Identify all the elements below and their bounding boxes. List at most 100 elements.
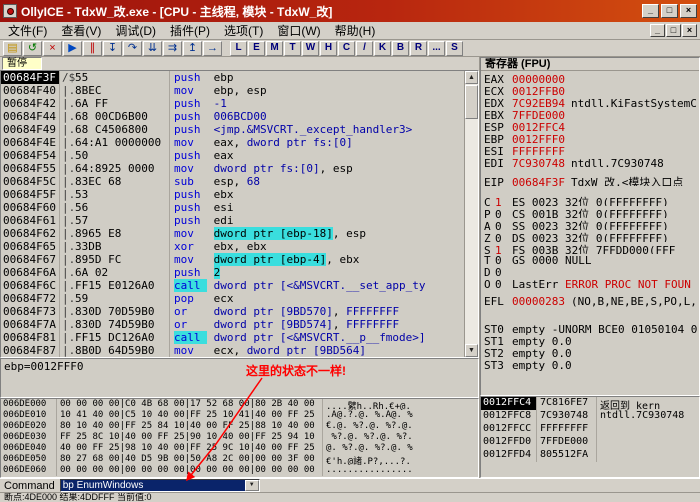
menu-item-plugins[interactable]: 插件(P) [163, 21, 217, 40]
register-row[interactable]: EBX 7FFDE000 [481, 109, 699, 121]
menu-item-options[interactable]: 选项(T) [217, 21, 270, 40]
disasm-row[interactable]: 00684F4E |. 64:A1 0000000 mov eax, dword pt… [1, 136, 464, 149]
step-into-button[interactable]: ↧ [103, 40, 122, 56]
fpu-register-row[interactable]: ST2 empty 0.0 [481, 347, 699, 359]
flag-row[interactable]: T 0 GS 0000 NULL [481, 254, 699, 266]
flag-row[interactable]: A 0 SS 0023 32位 0(FFFFFFFF) [481, 218, 699, 230]
register-row[interactable]: ESI FFFFFFFF [481, 145, 699, 157]
command-input-value[interactable]: bp EnumWindows [60, 480, 245, 491]
stack-row[interactable]: 0012FFC8 7C930748 ntdll.7C930748 [481, 410, 699, 423]
patches-window-button[interactable]: / [356, 40, 373, 56]
register-row[interactable]: EIP 00684F3F TdxW_改.<模块入口点 [481, 174, 699, 186]
menu-item-debug[interactable]: 调试(D) [108, 21, 163, 40]
scroll-up-icon[interactable]: ▲ [465, 71, 478, 84]
dump-row[interactable]: 006DE010 10 41 40 00|C5 10 40 00|FF 25 10… [1, 410, 478, 421]
execute-till-return-button[interactable]: ↥ [183, 40, 202, 56]
disasm-row[interactable]: 00684F3F/$ 55 push ebp [1, 71, 464, 84]
disasm-row[interactable]: 00684F65 |. 33DB xor ebx, ebx [1, 240, 464, 253]
run-button[interactable]: ▶ [63, 40, 82, 56]
references-window-button[interactable]: R [410, 40, 427, 56]
go-to-address-button[interactable]: → [203, 40, 222, 56]
command-input[interactable]: bp EnumWindows ▼ [59, 479, 260, 492]
flag-row[interactable]: S 1 FS 003B 32位 7FFDD000(FFF [481, 242, 699, 254]
disasm-row[interactable]: 00684F7A |. 830D 74D59B0 or dword ptr [9BD5… [1, 318, 464, 331]
disasm-row[interactable]: 00684F6A |. 6A 02 push 2 [1, 266, 464, 279]
eflags-row[interactable]: EFL 00000283 (NO,B,NE,BE,S,PO,L, [481, 295, 699, 307]
flag-row[interactable]: Z 0 DS 0023 32位 0(FFFFFFFF) [481, 230, 699, 242]
disasm-row[interactable]: 00684F54 |. 50 push eax [1, 149, 464, 162]
stack-row[interactable]: 0012FFD4 805512FA [481, 449, 699, 462]
dump-row[interactable]: 006DE040 40 00 FF 25|98 10 40 00|FF 25 9C… [1, 443, 478, 454]
run-trace-window-button[interactable]: ... [428, 40, 445, 56]
dump-row[interactable]: 006DE060 00 00 00 00|00 00 00 00|00 00 00… [1, 465, 478, 476]
fpu-register-row[interactable]: ST1 empty 0.0 [481, 335, 699, 347]
disasm-row[interactable]: 00684F40 |. 8BEC mov ebp, esp [1, 84, 464, 97]
menu-item-help[interactable]: 帮助(H) [328, 21, 383, 40]
breakpoints-window-button[interactable]: B [392, 40, 409, 56]
stack-row[interactable]: 0012FFCC FFFFFFFF [481, 423, 699, 436]
disasm-row[interactable]: 00684F72 |. 59 pop ecx [1, 292, 464, 305]
animate-over-button[interactable]: ⇉ [163, 40, 182, 56]
disasm-row[interactable]: 00684F55 |. 64:8925 0000 mov dword ptr fs:[… [1, 162, 464, 175]
disasm-row[interactable]: 00684F42 |. 6A FF push -1 [1, 97, 464, 110]
fpu-register-row[interactable]: ST3 empty 0.0 [481, 359, 699, 371]
dump-row[interactable]: 006DE020 80 10 40 00|FF 25 84 10|40 00 FF… [1, 421, 478, 432]
stack-row[interactable]: 0012FFC4 7C816FE7 返回到 kern [481, 397, 699, 410]
disasm-row[interactable]: 00684F44 |. 68 00CD6B00 push 006BCD00 [1, 110, 464, 123]
disassembly-scrollbar[interactable]: ▲ ▼ [464, 71, 478, 357]
disasm-row[interactable]: 00684F67 |. 895D FC mov dword ptr [ebp-4], … [1, 253, 464, 266]
scrollbar-thumb[interactable] [465, 85, 478, 119]
menu-item-view[interactable]: 查看(V) [54, 21, 108, 40]
disasm-row[interactable]: 00684F60 |. 56 push esi [1, 201, 464, 214]
close-program-button[interactable]: × [43, 40, 62, 56]
flag-row[interactable]: D0 [481, 266, 699, 278]
pause-button[interactable]: ∥ [83, 40, 102, 56]
open-file-button[interactable]: ▤ [3, 40, 22, 56]
menu-item-file[interactable]: 文件(F) [1, 21, 54, 40]
mdi-minimize-button[interactable]: _ [650, 24, 665, 37]
dump-row[interactable]: 006DE000 00 00 00 00|C0 4B 68 00|17 52 68… [1, 399, 478, 410]
register-row[interactable]: EAX 00000000 [481, 73, 699, 85]
flag-row[interactable]: C 1 ES 0023 32位 0(FFFFFFFF) [481, 194, 699, 206]
chevron-down-icon[interactable]: ▼ [244, 480, 259, 491]
disasm-row[interactable]: 00684F73 |. 830D 70D59B0 or dword ptr [9BD5… [1, 305, 464, 318]
cpu-window-button[interactable]: C [338, 40, 355, 56]
minimize-button[interactable]: _ [642, 4, 659, 18]
register-row[interactable]: EBP 0012FFF0 [481, 133, 699, 145]
disasm-row[interactable]: 00684F5C |. 83EC 68 sub esp, 68 [1, 175, 464, 188]
handles-window-button[interactable]: H [320, 40, 337, 56]
stack-row[interactable]: 0012FFD0 7FFDE000 [481, 436, 699, 449]
register-row[interactable]: EDI 7C930748 ntdll.7C930748 [481, 157, 699, 169]
animate-into-button[interactable]: ⇊ [143, 40, 162, 56]
close-button[interactable]: × [680, 4, 697, 18]
step-over-button[interactable]: ↷ [123, 40, 142, 56]
log-window-button[interactable]: L [230, 40, 247, 56]
disasm-row[interactable]: 00684F61 |. 57 push edi [1, 214, 464, 227]
scroll-down-icon[interactable]: ▼ [465, 344, 478, 357]
register-row[interactable]: EDX 7C92EB94 ntdll.KiFastSystemC [481, 97, 699, 109]
register-row[interactable]: ECX 0012FFB0 [481, 85, 699, 97]
disasm-row[interactable]: 00684F5F |. 53 push ebx [1, 188, 464, 201]
memory-window-button[interactable]: M [266, 40, 283, 56]
disasm-row[interactable]: 00684F62 |. 8965 E8 mov dword ptr [ebp-18],… [1, 227, 464, 240]
source-window-button[interactable]: S [446, 40, 463, 56]
threads-window-button[interactable]: T [284, 40, 301, 56]
mdi-close-button[interactable]: × [682, 24, 697, 37]
register-row[interactable]: ESP 0012FFC4 [481, 121, 699, 133]
disasm-row[interactable]: 00684F81 |. FF15 DC126A0 call dword ptr [<&… [1, 331, 464, 344]
fpu-register-row[interactable]: ST0 empty -UNORM BCE0 01050104 0 [481, 323, 699, 335]
restart-button[interactable]: ↺ [23, 40, 42, 56]
disasm-row[interactable]: 00684F49 |. 68 C4506800 push <jmp.&MSVCRT._… [1, 123, 464, 136]
dump-row[interactable]: 006DE030 FF 25 8C 10|40 00 FF 25|90 10 40… [1, 432, 478, 443]
menu-item-window[interactable]: 窗口(W) [270, 21, 327, 40]
windows-window-button[interactable]: W [302, 40, 319, 56]
disasm-row[interactable]: 00684F87 |. 8B0D 64D59B0 mov ecx, dword ptr… [1, 344, 464, 357]
registers-header[interactable]: 寄存器 (FPU) [481, 58, 699, 71]
executables-window-button[interactable]: E [248, 40, 265, 56]
dump-row[interactable]: 006DE050 80 27 68 00|40 D5 9B 00|50 A8 2C… [1, 454, 478, 465]
call-stack-window-button[interactable]: K [374, 40, 391, 56]
mdi-restore-button[interactable]: □ [666, 24, 681, 37]
maximize-button[interactable]: □ [661, 4, 678, 18]
flag-row[interactable]: O 0 LastErr ERROR_PROC_NOT_FOUN [481, 278, 699, 290]
disasm-row[interactable]: 00684F6C |. FF15 E0126A0 call dword ptr [<&… [1, 279, 464, 292]
